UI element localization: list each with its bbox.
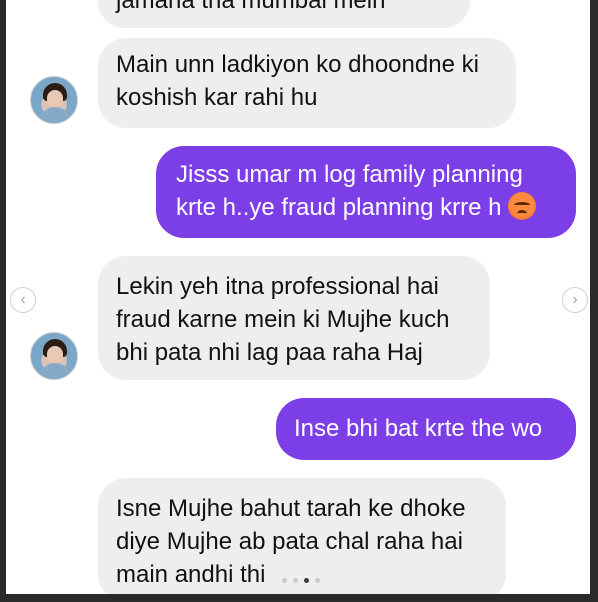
carousel-dot[interactable] bbox=[293, 578, 298, 583]
frame-border bbox=[0, 0, 6, 602]
message-text: Inse bhi bat krte the wo bbox=[294, 415, 543, 442]
message-incoming: Isne Mujhe bahut tarah ke dhoke diye Muj… bbox=[98, 478, 506, 602]
avatar bbox=[30, 76, 78, 124]
carousel-dot[interactable] bbox=[282, 578, 287, 583]
message-outgoing: Inse bhi bat krte the wo bbox=[276, 398, 576, 460]
message-text: Lekin yeh itna professional hai fraud ka… bbox=[116, 273, 450, 366]
frame-border bbox=[590, 0, 598, 602]
message-incoming: Lekin yeh itna professional hai fraud ka… bbox=[98, 256, 490, 380]
chat-screenshot: jamana tha mumbai mein Main unn ladkiyon… bbox=[0, 0, 598, 602]
next-arrow-icon[interactable]: › bbox=[562, 287, 588, 313]
avatar bbox=[30, 332, 78, 380]
message-text: Main unn ladkiyon ko dhoondne ki koshish… bbox=[116, 51, 479, 111]
message-text: Isne Mujhe bahut tarah ke dhoke diye Muj… bbox=[116, 495, 466, 588]
message-incoming: jamana tha mumbai mein bbox=[98, 0, 470, 28]
message-text: jamana tha mumbai mein bbox=[116, 0, 386, 14]
message-incoming: Main unn ladkiyon ko dhoondne ki koshish… bbox=[98, 38, 516, 128]
carousel-dot[interactable] bbox=[315, 578, 320, 583]
message-text: Jisss umar m log family planning krte h.… bbox=[176, 161, 523, 221]
angry-face-icon bbox=[507, 192, 536, 220]
frame-border bbox=[0, 594, 598, 602]
previous-arrow-icon[interactable]: ‹ bbox=[10, 287, 36, 313]
carousel-dot-active[interactable] bbox=[304, 578, 309, 583]
carousel-dots bbox=[282, 578, 320, 583]
message-outgoing: Jisss umar m log family planning krte h.… bbox=[156, 146, 576, 238]
